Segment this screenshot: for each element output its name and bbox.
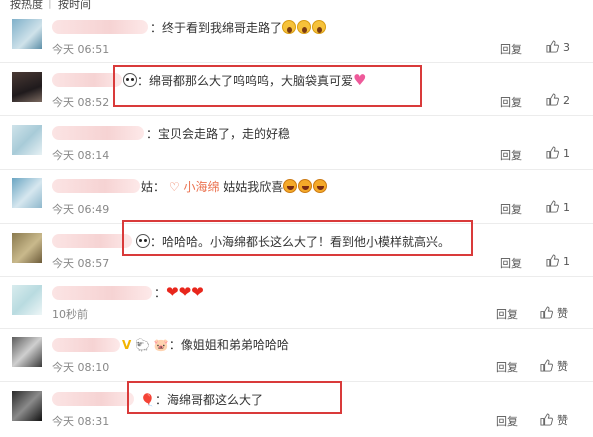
mention-icon: ♡ [168, 180, 184, 194]
reply-button[interactable]: 回复 [500, 255, 522, 271]
pig-badge-icon: 🐷 [153, 338, 169, 352]
comment-time: 今天 08:52 [52, 96, 110, 109]
tab-hot[interactable]: 按热度 [10, 0, 43, 12]
tab-separator: | [48, 0, 52, 9]
mention-name: 小海绵 [183, 180, 220, 194]
comment-time: 今天 06:51 [52, 43, 110, 56]
like-button[interactable]: 1 [546, 254, 570, 268]
like-count: 1 [563, 147, 570, 160]
comment-time: 今天 08:14 [52, 149, 110, 162]
username-blurred[interactable] [52, 286, 152, 300]
sort-tabs: 按热度 | 按时间 [0, 0, 593, 12]
avatar[interactable] [12, 125, 42, 155]
reply-button[interactable]: 回复 [496, 359, 518, 375]
highlight-box [127, 381, 342, 414]
highlight-box [113, 65, 422, 107]
thumbs-up-icon [540, 413, 553, 426]
sheep-badge-icon: 🐑 [135, 338, 151, 352]
scream-emoji-icon [297, 20, 312, 34]
avatar[interactable] [12, 391, 42, 421]
like-button[interactable]: 赞 [540, 305, 568, 321]
comment-colon: ： [146, 127, 159, 141]
comment-time: 今天 08:31 [52, 415, 110, 428]
like-label: 赞 [557, 307, 568, 320]
comment-colon: ： [154, 286, 167, 300]
comment-text: 姑姑我欣喜 [223, 180, 284, 194]
username-blurred[interactable] [52, 234, 132, 248]
username-blurred[interactable] [52, 126, 144, 140]
thumbs-up-icon [546, 40, 559, 53]
comment-text-line: V 🐑 🐷：像姐姐和弟弟哈哈哈 [122, 336, 289, 353]
reply-button[interactable]: 回复 [500, 201, 522, 217]
avatar[interactable] [12, 178, 42, 208]
like-count: 3 [563, 41, 570, 54]
like-label: 赞 [557, 360, 568, 373]
thumbs-up-icon [546, 200, 559, 213]
comment-time: 今天 08:10 [52, 361, 110, 374]
comment-text-line: 姑： ♡ 小海绵 姑姑我欣喜 [141, 178, 328, 195]
comment-item: ：宝贝会走路了，走的好稳 今天 08:14 回复 1 [0, 115, 593, 170]
comment-text-line: ：终于看到我绵哥走路了 [150, 19, 327, 36]
laughing-emoji-icon [313, 179, 328, 193]
comment-colon: ： [168, 338, 181, 352]
comment-text: 宝贝会走路了，走的好稳 [158, 127, 291, 141]
laughing-emoji-icon [298, 179, 313, 193]
avatar[interactable] [12, 285, 42, 315]
comment-text: 终于看到我绵哥走路了 [162, 21, 283, 35]
comment-item: 姑： ♡ 小海绵 姑姑我欣喜 今天 06:49 回复 1 [0, 169, 593, 224]
thumbs-up-icon [546, 146, 559, 159]
comment-item: V 🐑 🐷：像姐姐和弟弟哈哈哈 今天 08:10 回复 赞 [0, 328, 593, 382]
vip-v-icon: V [122, 338, 132, 352]
username-blurred[interactable] [52, 73, 122, 87]
reply-button[interactable]: 回复 [500, 94, 522, 110]
like-count: 1 [563, 201, 570, 214]
thumbs-up-icon [546, 254, 559, 267]
username-suffix: 姑 [141, 180, 154, 194]
like-button[interactable]: 3 [546, 40, 570, 54]
username-blurred[interactable] [52, 179, 140, 193]
like-count: 2 [563, 94, 570, 107]
comment-item: ：❤❤❤ 10秒前 回复 赞 [0, 276, 593, 329]
comment-time: 今天 08:57 [52, 257, 110, 270]
username-blurred[interactable] [52, 392, 134, 406]
comment-text-line: ：宝贝会走路了，走的好稳 [146, 125, 290, 142]
laughing-emoji-icon [283, 179, 298, 193]
red-heart-icon: ❤ [178, 283, 192, 301]
thumbs-up-icon [540, 306, 553, 319]
like-button[interactable]: 赞 [540, 412, 568, 428]
reply-button[interactable]: 回复 [500, 41, 522, 57]
like-button[interactable]: 赞 [540, 358, 568, 374]
thumbs-up-icon [546, 93, 559, 106]
username-blurred[interactable] [52, 338, 120, 352]
red-heart-icon: ❤ [191, 283, 204, 301]
reply-button[interactable]: 回复 [496, 413, 518, 429]
like-label: 赞 [557, 414, 568, 427]
thumbs-up-icon [540, 359, 553, 372]
highlight-box [122, 220, 473, 256]
avatar[interactable] [12, 337, 42, 367]
reply-button[interactable]: 回复 [500, 147, 522, 163]
comment-time: 10秒前 [52, 308, 88, 321]
scream-emoji-icon [282, 20, 297, 34]
red-heart-icon: ❤ [166, 283, 179, 301]
avatar[interactable] [12, 19, 42, 49]
reply-button[interactable]: 回复 [496, 306, 518, 322]
comment-item: ：终于看到我绵哥走路了 今天 06:51 回复 3 [0, 12, 593, 63]
comment-colon: ： [150, 21, 163, 35]
like-count: 1 [563, 255, 570, 268]
mention-link[interactable]: ♡ 小海绵 [169, 180, 220, 194]
comment-time: 今天 06:49 [52, 203, 110, 216]
avatar[interactable] [12, 72, 42, 102]
like-button[interactable]: 1 [546, 200, 570, 214]
like-button[interactable]: 2 [546, 93, 570, 107]
like-button[interactable]: 1 [546, 146, 570, 160]
tab-time[interactable]: 按时间 [58, 0, 91, 12]
comment-colon: ： [153, 180, 166, 194]
comment-text: 像姐姐和弟弟哈哈哈 [180, 338, 289, 352]
username-blurred[interactable] [52, 20, 148, 34]
avatar[interactable] [12, 233, 42, 263]
scream-emoji-icon [312, 20, 327, 34]
comment-text-line: ：❤❤❤ [154, 284, 204, 301]
